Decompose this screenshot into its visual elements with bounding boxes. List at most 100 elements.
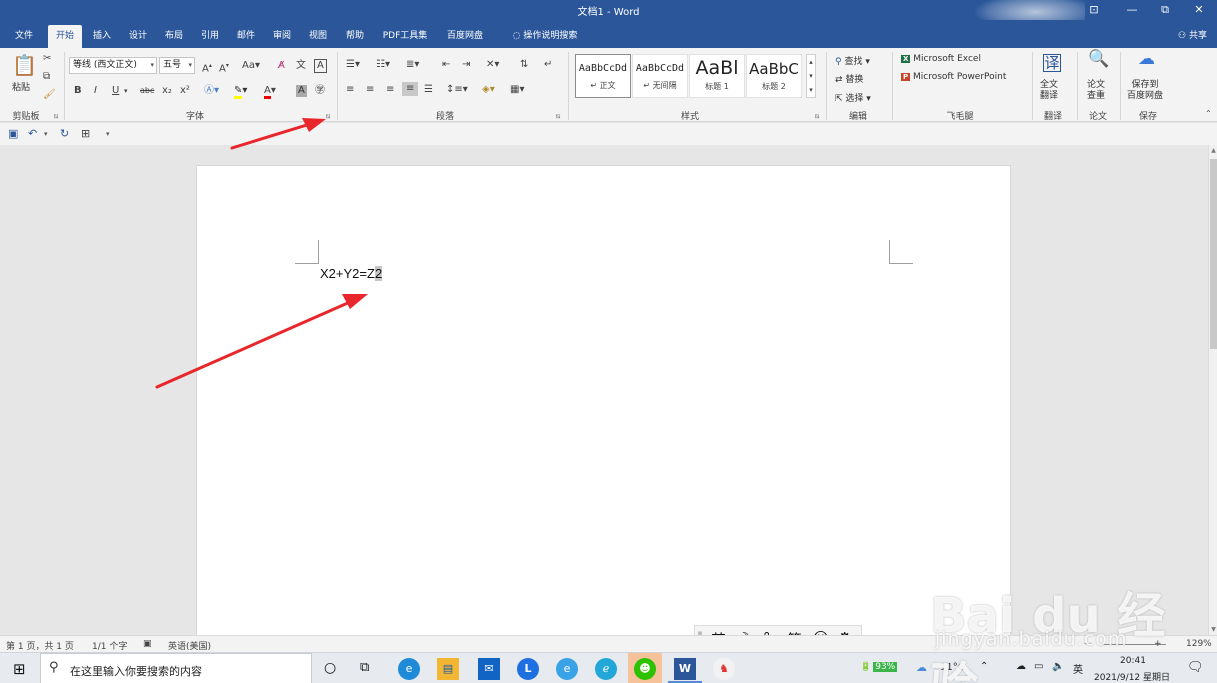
numbering-icon[interactable]: ☷▾ xyxy=(376,59,390,71)
zoom-out-icon[interactable]: — xyxy=(1084,639,1093,649)
enclose-characters-icon[interactable]: ㊫ xyxy=(315,85,325,97)
tab-references[interactable]: 引用 xyxy=(194,25,226,48)
multilevel-list-icon[interactable]: ≣▾ xyxy=(406,59,419,71)
clock-date[interactable]: 2021/9/12 星期日 xyxy=(1094,670,1170,683)
word-icon[interactable]: W xyxy=(674,658,696,680)
clipboard-launcher-icon[interactable]: ⧅ xyxy=(54,112,58,121)
language-status[interactable]: 英语(美国) xyxy=(168,639,211,652)
phonetic-guide-icon[interactable]: 文 xyxy=(296,60,306,72)
input-language-indicator[interactable]: 英 xyxy=(1073,661,1083,676)
internet-explorer-icon[interactable]: e xyxy=(556,658,578,680)
find-button[interactable]: ⚲ 查找 ▾ xyxy=(835,54,870,67)
power-icon[interactable]: ▭ xyxy=(1034,661,1043,672)
zoom-in-icon[interactable]: + xyxy=(1154,639,1162,649)
text-effects-icon[interactable]: Ⓐ▾ xyxy=(204,85,219,97)
browser-icon[interactable]: ℯ xyxy=(595,658,617,680)
tab-help[interactable]: 帮助 xyxy=(338,25,372,48)
document-text[interactable]: X2+Y2=Z2 xyxy=(320,266,383,281)
weather-temperature[interactable]: 11°C xyxy=(940,662,965,673)
tab-layout[interactable]: 布局 xyxy=(158,25,190,48)
character-border-icon[interactable]: A xyxy=(314,59,327,73)
proofing-icon[interactable]: ▣ xyxy=(143,639,152,649)
strikethrough-button[interactable]: abc xyxy=(140,85,154,97)
increase-indent-icon[interactable]: ⇥ xyxy=(462,59,470,71)
close-button[interactable]: ✕ xyxy=(1180,0,1217,20)
zoom-level[interactable]: 129% xyxy=(1186,639,1212,649)
borders-icon[interactable]: ▦▾ xyxy=(510,84,524,96)
customize-toolbar-icon[interactable]: ▾ xyxy=(106,130,110,138)
style-normal[interactable]: AaBbCcDd ↵ 正文 xyxy=(575,54,631,98)
taskbar-search-box[interactable]: ⚲ 在这里输入你要搜索的内容 xyxy=(40,653,312,683)
format-painter-icon[interactable]: 🖌 xyxy=(43,89,56,101)
grow-font-icon[interactable]: A▴ xyxy=(202,60,212,75)
paper-check-button[interactable]: 论文 查重 xyxy=(1087,80,1105,102)
align-left-icon[interactable]: ≡ xyxy=(346,84,354,96)
select-button[interactable]: ⇱ 选择 ▾ xyxy=(835,91,871,104)
word-count[interactable]: 1/1 个字 xyxy=(92,639,127,652)
save-to-baidu-button[interactable]: 保存到 百度网盘 xyxy=(1127,80,1163,102)
cut-icon[interactable]: ✂ xyxy=(43,53,51,65)
character-shading-icon[interactable]: A xyxy=(296,85,307,97)
justify-icon[interactable]: ≡ xyxy=(402,82,419,96)
styles-launcher-icon[interactable]: ⧅ xyxy=(815,112,819,121)
font-dialog-launcher-icon[interactable]: ⧅ xyxy=(326,112,330,121)
file-explorer-icon[interactable]: ▤ xyxy=(437,658,459,680)
document-page[interactable]: X2+Y2=Z2 xyxy=(196,165,1011,645)
underline-dropdown-icon[interactable]: ▾ xyxy=(124,85,128,97)
subscript-button[interactable]: x₂ xyxy=(162,85,172,97)
align-right-icon[interactable]: ≡ xyxy=(386,84,394,96)
shading-icon[interactable]: ◈▾ xyxy=(482,84,495,96)
tell-me-search[interactable]: ◌ 操作说明搜索 xyxy=(500,25,590,48)
scrollbar-thumb[interactable] xyxy=(1210,159,1217,349)
style-heading-2[interactable]: AaBbC 标题 2 xyxy=(746,54,802,98)
superscript-button[interactable]: x² xyxy=(180,85,190,97)
replace-button[interactable]: ⇄ 替换 xyxy=(835,72,863,85)
italic-button[interactable]: I xyxy=(94,85,97,97)
ribbon-display-options-button[interactable]: ⊡ xyxy=(1075,0,1113,20)
volume-icon[interactable]: 🔈 xyxy=(1052,661,1064,672)
cortana-icon[interactable]: ○ xyxy=(324,660,336,676)
underline-button[interactable]: U xyxy=(112,85,119,97)
style-heading-1[interactable]: AaBl 标题 1 xyxy=(689,54,745,98)
line-spacing-icon[interactable]: ↕≡▾ xyxy=(446,84,468,96)
mail-icon[interactable]: ✉ xyxy=(478,658,500,680)
tab-insert[interactable]: 插入 xyxy=(86,25,118,48)
tab-pdf-tools[interactable]: PDF工具集 xyxy=(376,25,434,48)
font-color-icon[interactable]: A▾ xyxy=(264,85,276,99)
tab-mailings[interactable]: 邮件 xyxy=(230,25,262,48)
paragraph-launcher-icon[interactable]: ⧅ xyxy=(556,112,560,121)
clock-time[interactable]: 20:41 xyxy=(1120,656,1146,666)
weather-icon[interactable]: ☁ xyxy=(916,661,927,674)
scroll-up-icon[interactable]: ▲ xyxy=(1209,147,1217,154)
redo-icon[interactable]: ↻ xyxy=(60,127,69,140)
wechat-icon[interactable]: ☻ xyxy=(634,658,656,680)
highlight-color-icon[interactable]: ✎▾ xyxy=(234,85,247,99)
task-view-icon[interactable]: ⧉ xyxy=(360,660,369,675)
undo-dropdown-icon[interactable]: ▾ xyxy=(44,130,48,138)
show-marks-icon[interactable]: ↵ xyxy=(544,59,552,71)
app-icon[interactable]: ♞ xyxy=(713,658,735,680)
lenovo-icon[interactable]: L xyxy=(517,658,539,680)
undo-icon[interactable]: ↶ xyxy=(28,127,37,140)
styles-scroll-control[interactable]: ▴ ▾ ▾ xyxy=(806,54,816,98)
bullets-icon[interactable]: ☰▾ xyxy=(346,59,360,71)
page-count[interactable]: 第 1 页，共 1 页 xyxy=(6,639,74,652)
scroll-down-icon[interactable]: ▼ xyxy=(1209,626,1217,633)
font-name-combo[interactable]: 等线 (西文正文) ▾ xyxy=(69,57,157,74)
vertical-scrollbar[interactable]: ▲ ▼ xyxy=(1208,145,1217,635)
chinese-layout-icon[interactable]: ✕▾ xyxy=(486,59,499,71)
paste-button[interactable]: 粘贴 xyxy=(12,80,30,93)
powerpoint-button[interactable]: P Microsoft PowerPoint xyxy=(901,72,1006,82)
tab-design[interactable]: 设计 xyxy=(122,25,154,48)
copy-icon[interactable]: ⧉ xyxy=(43,71,50,83)
restore-button[interactable]: ⧉ xyxy=(1146,0,1184,20)
tab-home[interactable]: 开始 xyxy=(48,25,82,48)
style-no-spacing[interactable]: AaBbCcDd ↵ 无间隔 xyxy=(632,54,688,98)
tab-view[interactable]: 视图 xyxy=(302,25,334,48)
table-icon[interactable]: ⊞ xyxy=(81,127,90,140)
battery-indicator[interactable]: 🔋 93% xyxy=(860,662,898,672)
show-hidden-icons-icon[interactable]: ⌃ xyxy=(980,661,988,672)
tab-file[interactable]: 文件 xyxy=(6,25,42,48)
distributed-icon[interactable]: ☰ xyxy=(424,84,433,96)
bold-button[interactable]: B xyxy=(74,85,82,97)
